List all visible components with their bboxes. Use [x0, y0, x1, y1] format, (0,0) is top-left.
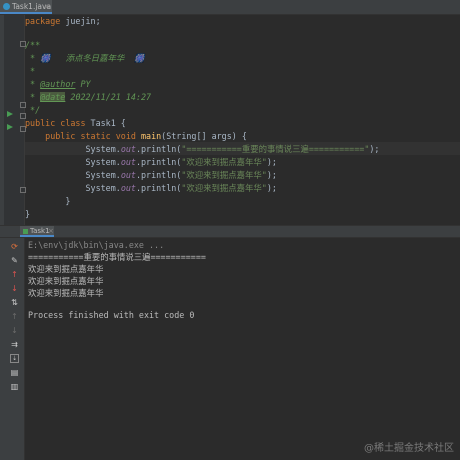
watermark: @稀土掘金技术社区 — [364, 443, 454, 454]
java-class-icon — [3, 3, 10, 10]
code-line: */ — [25, 105, 41, 115]
console-output-line: 欢迎来到掘点嘉年华 — [28, 276, 104, 286]
sort-icon[interactable]: ⇅ — [10, 298, 19, 307]
editor-gutter — [4, 15, 26, 225]
run-config-icon — [23, 229, 28, 234]
run-method-icon[interactable] — [7, 124, 13, 130]
run-panel-header — [0, 226, 460, 238]
code-editor[interactable]: package juejin; /** * 🎆 添点冬日嘉年华 🎆 * * @a… — [25, 15, 460, 225]
down-icon[interactable]: ↓ — [10, 326, 19, 335]
settings-icon[interactable]: ✎ — [10, 256, 19, 265]
code-line: public class Task1 { — [25, 118, 126, 128]
console-command-line: E:\env\jdk\bin\java.exe ... — [28, 240, 165, 250]
code-line: * @author PY — [25, 79, 91, 89]
run-tab-label: Task1 — [30, 227, 50, 235]
active-run-tab-indicator — [20, 235, 54, 237]
run-tab-task1[interactable]: Task1 × — [20, 226, 54, 237]
pin-icon[interactable]: ↑ — [10, 312, 19, 321]
console-exit-message: Process finished with exit code 0 — [28, 310, 195, 320]
rerun-icon[interactable]: ⟳ — [10, 242, 19, 251]
print-icon[interactable]: ▤ — [10, 368, 19, 377]
code-line: System.out.println("欢迎来到掘点嘉年华"); — [25, 170, 277, 180]
code-line: } — [25, 196, 71, 206]
code-line: package juejin; — [25, 16, 101, 26]
up-arrow-icon[interactable]: ↑ — [10, 270, 19, 279]
code-line: System.out.println("===========重要的事情说三遍=… — [25, 144, 380, 154]
console-output-line: 欢迎来到掘点嘉年华 — [28, 264, 104, 274]
close-tab-icon[interactable]: × — [44, 2, 50, 11]
code-line: System.out.println("欢迎来到掘点嘉年华"); — [25, 157, 277, 167]
down-arrow-icon[interactable]: ↓ — [10, 284, 19, 293]
code-line: System.out.println("欢迎来到掘点嘉年华"); — [25, 183, 277, 193]
code-line: * @date 2022/11/21 14:27 — [25, 92, 152, 102]
code-line: public static void main(String[] args) { — [25, 131, 247, 141]
run-class-icon[interactable] — [7, 111, 13, 117]
scroll-end-icon[interactable]: ⇣ — [10, 354, 19, 363]
console-output[interactable]: E:\env\jdk\bin\java.exe ... ===========重… — [25, 238, 460, 460]
console-output-line: 欢迎来到掘点嘉年华 — [28, 288, 104, 298]
run-toolbar: ⟳ ✎ ↑ ↓ ⇅ ↑ ↓ ⇉ ⇣ ▤ ▥ — [4, 238, 25, 460]
wrap-icon[interactable]: ⇉ — [10, 340, 19, 349]
code-line: * — [25, 66, 36, 76]
trash-icon[interactable]: ▥ — [10, 382, 19, 391]
console-output-line: ===========重要的事情说三遍=========== — [28, 252, 206, 262]
code-line: /** — [25, 40, 41, 50]
active-tab-indicator — [0, 12, 52, 14]
code-line: * 🎆 添点冬日嘉年华 🎆 — [25, 53, 145, 63]
close-run-tab-icon[interactable]: × — [48, 227, 54, 235]
editor-tab-bar — [0, 0, 460, 15]
code-line: } — [25, 209, 31, 219]
tab-task1-java[interactable]: Task1.java × — [0, 0, 52, 14]
